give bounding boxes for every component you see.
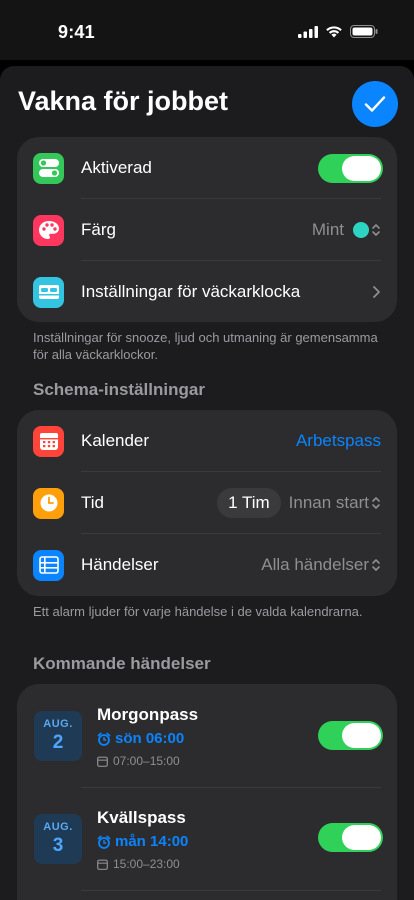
- time-relation[interactable]: Innan start: [289, 493, 369, 513]
- status-icons: [298, 25, 378, 38]
- battery-icon: [350, 25, 378, 38]
- event-alarm: mån 14:00: [97, 833, 188, 850]
- calendar-small-icon: [97, 859, 108, 870]
- page-title: Vakna för jobbet: [18, 86, 229, 116]
- date-badge: AUG. 3: [34, 814, 82, 864]
- calendar-value: Arbetspass: [295, 431, 381, 450]
- settings-footnote: Inställningar för snooze, ljud och utman…: [33, 330, 378, 362]
- event-alarm-time: sön 06:00: [115, 730, 185, 747]
- alarm-icon: [97, 732, 111, 746]
- chevron-updown-icon: [372, 497, 380, 509]
- event-toggle[interactable]: [318, 823, 383, 852]
- bed-icon: [33, 276, 64, 308]
- event-title: Kvällspass: [97, 808, 186, 827]
- date-badge: AUG. 2: [34, 711, 82, 761]
- calendar-icon: [33, 425, 64, 457]
- color-label: Färg: [81, 220, 116, 239]
- checkmark-icon: [364, 96, 386, 112]
- enabled-label: Aktiverad: [81, 158, 152, 177]
- events-row[interactable]: Händelser Alla händelser: [17, 534, 397, 596]
- event-range-text: 07:00–15:00: [113, 754, 180, 768]
- color-value: Mint: [312, 220, 369, 240]
- settings-card: Aktiverad Färg Mint Inställningar för vä…: [17, 137, 397, 322]
- upcoming-card: AUG. 2 Morgonpass sön 06:00 07:00–15:00 …: [17, 684, 397, 900]
- events-value-text: Alla händelser: [261, 555, 369, 574]
- enabled-row: Aktiverad: [17, 137, 397, 199]
- alarm-icon: [97, 835, 111, 849]
- signal-icon: [298, 25, 318, 38]
- event-range: 07:00–15:00: [97, 754, 180, 768]
- chevron-updown-icon: [372, 559, 380, 571]
- date-month: AUG.: [43, 718, 73, 730]
- alarm-settings-row[interactable]: Inställningar för väckarklocka: [17, 261, 397, 322]
- wifi-icon: [326, 26, 342, 38]
- upcoming-header: Kommande händelser: [33, 654, 211, 673]
- enabled-toggle[interactable]: [318, 153, 383, 183]
- events-list-icon: [33, 549, 64, 581]
- chevron-right-icon: [373, 286, 380, 298]
- calendar-small-icon: [97, 756, 108, 767]
- events-value: Alla händelser: [261, 555, 369, 575]
- alarm-settings-label: Inställningar för väckarklocka: [81, 282, 301, 301]
- event-item[interactable]: AUG. 3 Kvällspass mån 14:00 15:00–23:00: [17, 788, 397, 891]
- toggles-icon: [33, 152, 64, 184]
- time-row: Tid 1 Tim Innan start: [17, 472, 397, 534]
- color-value-text: Mint: [311, 220, 344, 239]
- schedule-footnote: Ett alarm ljuder för varje händelse i de…: [33, 604, 363, 619]
- event-item[interactable]: AUG. 2 Morgonpass sön 06:00 07:00–15:00: [17, 684, 397, 787]
- chevron-updown-icon: [372, 224, 380, 236]
- clock-icon: [33, 487, 64, 519]
- event-alarm-time: mån 14:00: [115, 833, 189, 850]
- color-swatch: [353, 222, 369, 238]
- event-alarm: sön 06:00: [97, 730, 184, 747]
- date-day: 2: [52, 732, 64, 753]
- event-toggle[interactable]: [318, 721, 383, 750]
- date-month: AUG.: [43, 821, 73, 833]
- status-time: 9:41: [58, 22, 95, 42]
- date-day: 3: [52, 835, 64, 856]
- done-button[interactable]: [352, 81, 398, 127]
- status-bar: 9:41: [0, 0, 414, 60]
- event-title: Morgonpass: [97, 705, 199, 724]
- calendar-row[interactable]: Kalender Arbetspass: [17, 410, 397, 472]
- time-label: Tid: [81, 493, 104, 512]
- event-range: 15:00–23:00: [97, 857, 180, 871]
- events-label: Händelser: [81, 555, 159, 574]
- time-value: 1 Tim Innan start: [217, 488, 369, 518]
- schedule-card: Kalender Arbetspass Tid 1 Tim Innan star…: [17, 410, 397, 596]
- event-range-text: 15:00–23:00: [113, 857, 180, 871]
- separator: [81, 890, 381, 891]
- calendar-label: Kalender: [81, 431, 150, 450]
- schedule-header: Schema-inställningar: [33, 380, 205, 399]
- color-row[interactable]: Färg Mint: [17, 199, 397, 261]
- time-amount-pill[interactable]: 1 Tim: [217, 488, 281, 518]
- palette-icon: [33, 214, 64, 246]
